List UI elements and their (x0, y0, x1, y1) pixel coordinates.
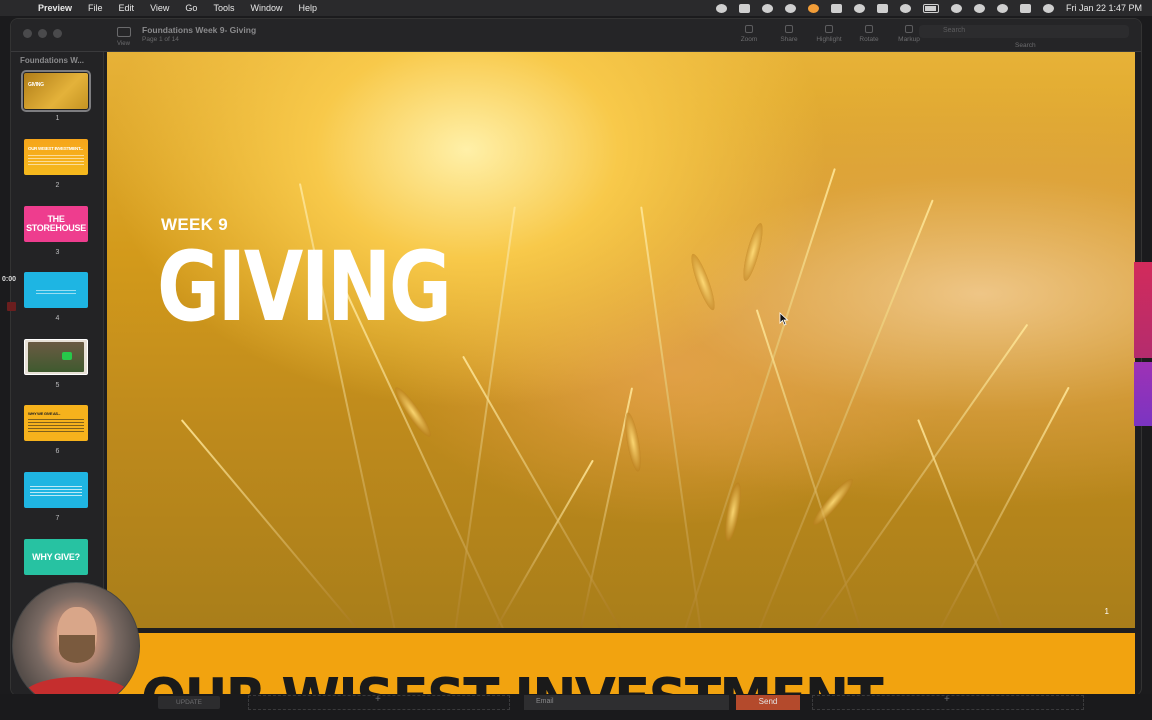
notification-icon[interactable] (807, 3, 819, 13)
menu-tools[interactable]: Tools (205, 3, 242, 13)
sidebar-toggle-icon[interactable] (117, 27, 131, 37)
wheat-stalk (487, 459, 594, 628)
highlight-icon (825, 25, 833, 33)
status-area: Fri Jan 22 1:47 PM (715, 0, 1142, 16)
update-button[interactable]: UPDATE (158, 696, 220, 709)
clock-icon[interactable] (853, 3, 865, 13)
share-icon (785, 25, 793, 33)
control-center-icon[interactable] (1019, 3, 1031, 13)
thumbnail-2[interactable]: OUR WISEST INVESTMENT... (24, 139, 88, 175)
thumbnail-number-6: 6 (55, 448, 60, 455)
sidebar-title: Foundations W... (20, 56, 84, 65)
wheat-stalk (797, 323, 1029, 628)
menu-app-name[interactable]: Preview (34, 3, 80, 13)
wheat-ear (687, 251, 719, 313)
share-tool[interactable]: Share (769, 25, 809, 43)
markup-icon (905, 25, 913, 33)
wheat-ear (621, 411, 645, 473)
document-subtitle: Page 1 of 14 (142, 36, 179, 43)
dropbox-icon[interactable] (738, 3, 750, 13)
background-app-edge-2 (1134, 362, 1152, 426)
thumbnail-3[interactable]: THE STOREHOUSE (24, 206, 88, 242)
menu-go[interactable]: Go (177, 3, 205, 13)
titlebar: View Foundations Week 9- Giving Page 1 o… (11, 19, 1141, 52)
bottom-bar: UPDATE + Email Send + (0, 694, 1152, 720)
gear-icon[interactable] (715, 3, 727, 13)
wheat-ear (721, 481, 745, 543)
eye-icon[interactable] (784, 3, 796, 13)
volume-icon[interactable] (876, 3, 888, 13)
search-input[interactable]: Search (919, 25, 1129, 38)
battery-icon[interactable] (922, 3, 939, 13)
minimize-button[interactable] (38, 29, 47, 38)
thumbnail-4[interactable] (24, 272, 88, 308)
menu-help[interactable]: Help (290, 3, 325, 13)
wheat-stalk (755, 309, 869, 628)
zoom-button[interactable] (53, 29, 62, 38)
wheat-ear (390, 383, 436, 441)
wheat-stalk (180, 419, 369, 628)
preview-window: View Foundations Week 9- Giving Page 1 o… (10, 18, 1142, 696)
search-label: Search (1015, 42, 1036, 49)
spotlight-icon[interactable] (996, 3, 1008, 13)
webcam-bubble[interactable] (12, 582, 140, 710)
slide-title: GIVING (157, 231, 452, 343)
screen-icon[interactable] (830, 3, 842, 13)
siri-icon[interactable] (1042, 3, 1054, 13)
slide-page-2: OUR WISEST INVESTMENT (107, 633, 1135, 695)
menu-file[interactable]: File (80, 3, 111, 13)
menu-window[interactable]: Window (242, 3, 290, 13)
email-input[interactable]: Email (524, 695, 729, 710)
thumbnail-photo (28, 342, 84, 372)
slide-page-number: 1 (1104, 607, 1109, 616)
wheat-stalk (462, 355, 629, 628)
view-label: View (117, 41, 130, 47)
wifi-icon[interactable] (950, 3, 962, 13)
recording-timer: 0:00 (2, 276, 17, 283)
wheat-ear (739, 221, 767, 283)
menu-view[interactable]: View (142, 3, 177, 13)
window-controls (23, 29, 62, 38)
thumbnail-number-7: 7 (55, 515, 60, 522)
thumbnail-number-1: 1 (55, 115, 60, 122)
send-button[interactable]: Send (736, 695, 800, 710)
feather-icon[interactable] (761, 3, 773, 13)
background-app-edge (1134, 262, 1152, 358)
thumbnail-number-5: 5 (55, 382, 60, 389)
menubar-clock[interactable]: Fri Jan 22 1:47 PM (1066, 3, 1142, 13)
thumbnail-6[interactable]: WHY WE GIVE AS... (24, 405, 88, 441)
record-stop-icon[interactable] (7, 302, 16, 311)
webcam-beard (59, 635, 95, 663)
menu-edit[interactable]: Edit (111, 3, 143, 13)
wheat-stalk (447, 206, 516, 628)
zoom-tool[interactable]: Zoom (729, 25, 769, 43)
slide-page-1: WEEK 9 GIVING 1 (107, 52, 1135, 628)
highlight-tool[interactable]: Highlight (809, 25, 849, 43)
rotate-icon (865, 25, 873, 33)
thumbnail-number-4: 4 (55, 315, 60, 322)
plus-icon-2[interactable]: + (944, 694, 950, 705)
wheat-stalk (737, 199, 934, 628)
user-icon[interactable] (973, 3, 985, 13)
menu-bar: Preview File Edit View Go Tools Window H… (0, 0, 1152, 16)
thumbnail-1[interactable]: GIVING (21, 70, 91, 112)
zoom-icon (745, 25, 753, 33)
toolbar: Zoom Share Highlight Rotate Markup (729, 25, 929, 43)
bluetooth-icon[interactable] (899, 3, 911, 13)
wheat-stalk (927, 386, 1070, 628)
thumbnail-7[interactable] (24, 472, 88, 508)
close-button[interactable] (23, 29, 32, 38)
rotate-tool[interactable]: Rotate (849, 25, 889, 43)
thumbnail-8[interactable]: WHY GIVE? (24, 539, 88, 575)
thumbnail-number-2: 2 (55, 182, 60, 189)
plus-icon[interactable]: + (375, 694, 381, 705)
thumbnail-number-3: 3 (55, 249, 60, 256)
menu-items: Preview File Edit View Go Tools Window H… (34, 3, 325, 13)
document-title: Foundations Week 9- Giving (142, 25, 257, 35)
thumbnail-5[interactable] (24, 339, 88, 375)
next-slide-title: OUR WISEST INVESTMENT (141, 667, 884, 695)
